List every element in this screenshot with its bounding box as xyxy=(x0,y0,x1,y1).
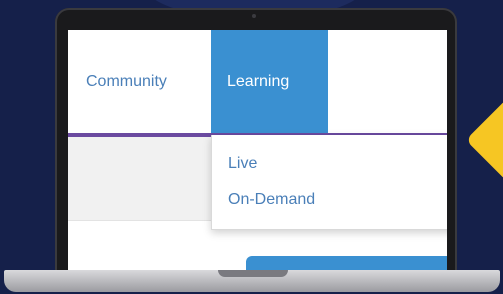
camera-icon xyxy=(252,14,256,18)
top-navbar: Community Learning xyxy=(68,30,447,133)
nav-item-learning[interactable]: Learning xyxy=(211,30,328,133)
dropdown-item-live[interactable]: Live xyxy=(228,155,257,173)
laptop-base-notch xyxy=(218,270,288,277)
nav-item-learning-label: Learning xyxy=(227,72,290,90)
laptop-base xyxy=(4,270,500,292)
cta-button[interactable] xyxy=(246,256,447,270)
dropdown-item-on-demand[interactable]: On-Demand xyxy=(228,191,315,209)
yellow-accent-shape xyxy=(465,97,503,183)
nav-item-community[interactable]: Community xyxy=(86,30,206,133)
laptop-screen: Community Learning Live On-Demand xyxy=(68,30,447,270)
learning-dropdown-menu: Live On-Demand xyxy=(211,135,447,230)
nav-item-community-label: Community xyxy=(86,72,167,90)
